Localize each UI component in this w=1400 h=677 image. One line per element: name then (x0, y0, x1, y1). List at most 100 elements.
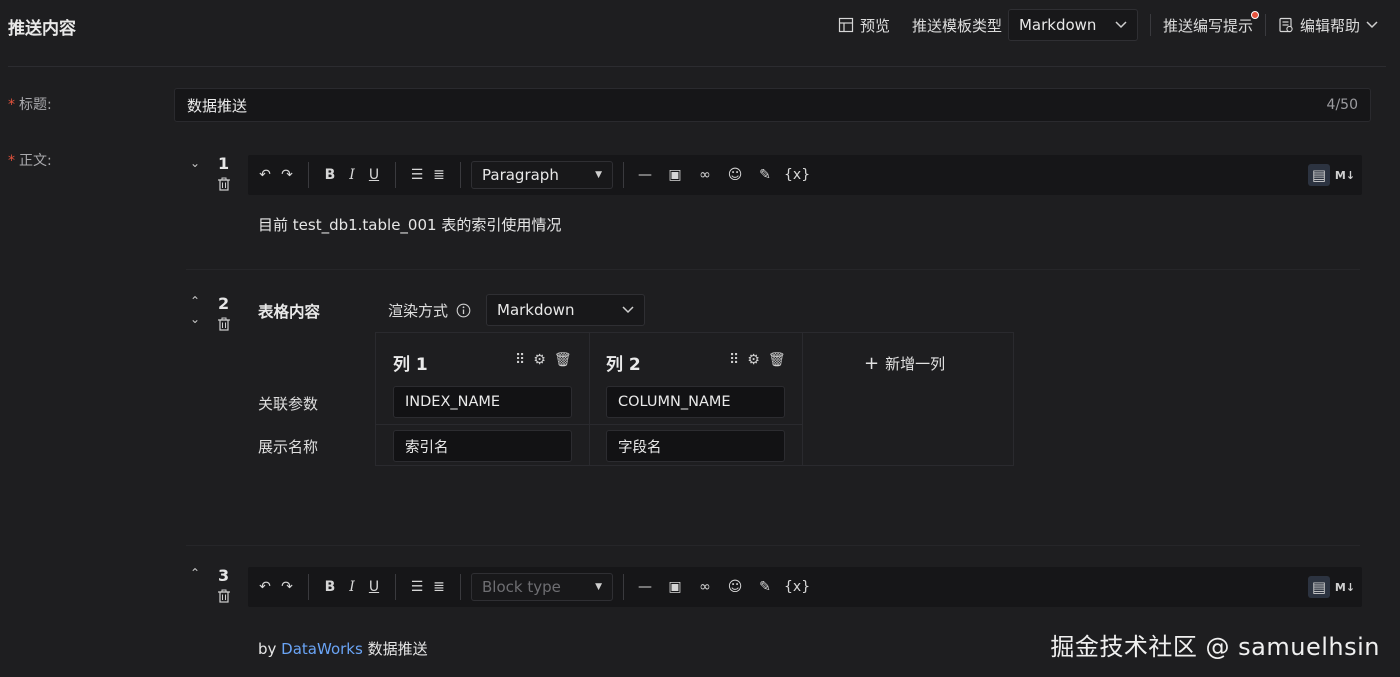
drag-handle-icon[interactable]: ⠿ (729, 352, 739, 368)
content-prefix: by (258, 640, 282, 658)
add-column-button[interactable]: + 新增一列 (864, 353, 945, 374)
emoji-icon[interactable]: ☺ (724, 576, 746, 598)
variable-icon[interactable]: {x} (784, 576, 810, 598)
gear-icon[interactable]: ⚙ (747, 352, 760, 368)
markdown-mode-icon[interactable]: M↓ (1334, 576, 1356, 598)
trash-icon[interactable]: 🗑 (554, 352, 572, 368)
block-type-select[interactable]: Block type ▼ (471, 573, 613, 601)
column-display-input[interactable]: 字段名 (606, 430, 785, 462)
rich-text-mode-icon[interactable]: ▤ (1308, 164, 1330, 186)
highlighter-icon[interactable]: ✎ (754, 164, 776, 186)
underline-icon[interactable]: U (363, 164, 385, 186)
divider (1264, 14, 1266, 36)
numbered-list-icon[interactable]: ≣ (428, 164, 450, 186)
move-up-icon[interactable]: ⌃ (190, 294, 200, 308)
bullet-list-icon[interactable]: ☰ (406, 576, 428, 598)
variable-icon[interactable]: {x} (784, 164, 810, 186)
column-actions: ⠿ ⚙ 🗑 (729, 352, 786, 368)
divider (395, 574, 396, 600)
bold-icon[interactable]: B (319, 164, 341, 186)
template-type-label: 推送模板类型 (912, 15, 1002, 36)
move-up-icon[interactable]: ⌃ (190, 566, 200, 580)
column-title: 列 2 (606, 355, 641, 375)
collapse-down-icon[interactable]: ⌄ (190, 156, 200, 170)
info-icon[interactable] (456, 303, 471, 318)
help-doc-icon (1279, 17, 1293, 33)
render-mode-select[interactable]: Markdown (486, 294, 645, 326)
trash-icon[interactable] (217, 317, 231, 331)
template-type-text: 推送模板类型 (911, 16, 1002, 35)
plus-icon: + (864, 353, 880, 374)
writing-tips-button[interactable]: 推送编写提示 (1162, 10, 1259, 36)
column-title: 列 1 (393, 355, 428, 375)
caret-down-icon: ▼ (595, 170, 602, 180)
trash-icon[interactable] (217, 177, 231, 191)
page-title: 推送内容 (8, 19, 76, 39)
gear-icon[interactable]: ⚙ (533, 352, 546, 368)
trash-icon[interactable] (217, 589, 231, 603)
content-suffix: 数据推送 (362, 640, 428, 658)
block-type-select[interactable]: Paragraph ▼ (471, 161, 613, 189)
divider (1149, 14, 1151, 36)
redo-icon[interactable]: ↷ (276, 164, 298, 186)
bullet-list-icon[interactable]: ☰ (406, 164, 428, 186)
body-field-label: * 正文: (8, 150, 52, 170)
writing-tips-label: 推送编写提示 (1162, 16, 1253, 35)
underline-icon[interactable]: U (363, 576, 385, 598)
caret-down-icon: ▼ (595, 582, 602, 592)
column-param-input[interactable]: COLUMN_NAME (606, 386, 785, 418)
column-actions: ⠿ ⚙ 🗑 (515, 352, 572, 368)
italic-icon[interactable]: I (341, 164, 363, 186)
image-icon[interactable]: ▣ (664, 164, 686, 186)
bold-icon[interactable]: B (319, 576, 341, 598)
horizontal-rule-icon[interactable]: — (634, 576, 656, 598)
preview-button[interactable]: 预览 (838, 15, 890, 36)
render-mode-text: 渲染方式 (388, 302, 449, 320)
trash-icon[interactable]: 🗑 (768, 352, 786, 368)
block-3-content[interactable]: by DataWorks 数据推送 (258, 638, 428, 659)
move-down-icon[interactable]: ⌄ (190, 312, 200, 326)
block-1-content[interactable]: 目前 test_db1.table_001 表的索引使用情况 (258, 214, 561, 235)
block-number: 1 (218, 154, 230, 173)
numbered-list-icon[interactable]: ≣ (428, 576, 450, 598)
block-1-toolbar: ↶ ↷ B I U ☰ ≣ Paragraph ▼ — ▣ ∞ ☺ ✎ {x} … (248, 155, 1362, 195)
column-param-input[interactable]: INDEX_NAME (393, 386, 572, 418)
block-number: 2 (218, 294, 230, 313)
column-divider (802, 332, 803, 466)
horizontal-rule-icon[interactable]: — (634, 164, 656, 186)
watermark-text: 掘金技术社区 @ samuelhsin (1050, 633, 1380, 661)
undo-icon[interactable]: ↶ (254, 576, 276, 598)
link-icon[interactable]: ∞ (694, 164, 716, 186)
row-label-display: 展示名称 (258, 438, 319, 456)
title-input-value: 数据推送 (187, 96, 248, 115)
block-type-placeholder: Block type (482, 578, 561, 596)
render-mode-value: Markdown (497, 301, 575, 319)
emoji-icon[interactable]: ☺ (724, 164, 746, 186)
block-divider (186, 545, 1360, 546)
table-section-label: 表格内容 (258, 303, 321, 321)
undo-icon[interactable]: ↶ (254, 164, 276, 186)
divider (623, 574, 624, 600)
row-label-param: 关联参数 (258, 395, 319, 413)
render-mode-label: 渲染方式 (388, 300, 471, 321)
title-char-count: 4/50 (1326, 97, 1358, 113)
column-display-input[interactable]: 索引名 (393, 430, 572, 462)
edit-help-label: 编辑帮助 (1299, 16, 1360, 35)
redo-icon[interactable]: ↷ (276, 576, 298, 598)
block-number: 3 (218, 566, 230, 585)
markdown-mode-icon[interactable]: M↓ (1334, 164, 1356, 186)
preview-label: 预览 (859, 16, 890, 35)
block-type-value: Paragraph (482, 166, 559, 184)
edit-help-button[interactable]: 编辑帮助 (1278, 15, 1378, 36)
drag-handle-icon[interactable]: ⠿ (515, 352, 525, 368)
divider (395, 162, 396, 188)
rich-text-mode-icon[interactable]: ▤ (1308, 576, 1330, 598)
title-input[interactable]: 数据推送 4/50 (174, 88, 1371, 122)
highlighter-icon[interactable]: ✎ (754, 576, 776, 598)
divider (460, 162, 461, 188)
link-icon[interactable]: ∞ (694, 576, 716, 598)
template-type-select[interactable]: Markdown (1007, 9, 1138, 41)
dataworks-link[interactable]: DataWorks (281, 640, 363, 658)
image-icon[interactable]: ▣ (664, 576, 686, 598)
italic-icon[interactable]: I (341, 576, 363, 598)
